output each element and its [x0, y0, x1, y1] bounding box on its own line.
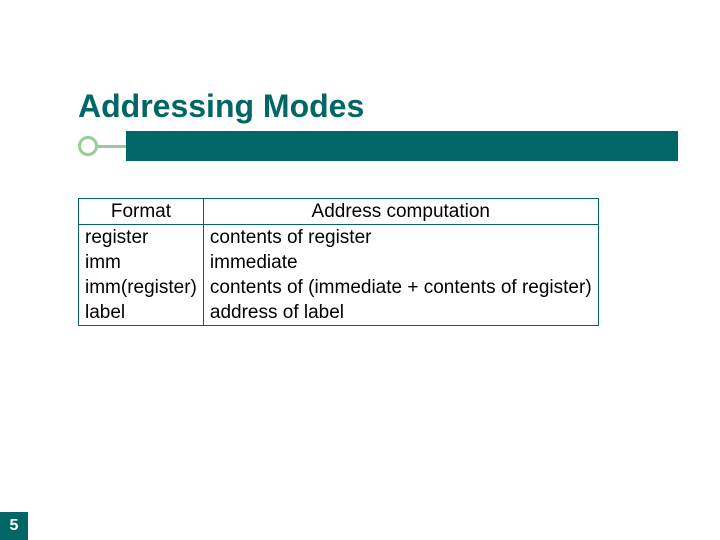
- table-row: label address of label: [79, 300, 598, 325]
- cell-format: register: [79, 225, 203, 251]
- cell-format: imm(register): [79, 275, 203, 300]
- title-bar: [126, 131, 678, 161]
- slide-title: Addressing Modes: [78, 88, 678, 125]
- bullet-circle-icon: [78, 136, 98, 156]
- table-row: imm immediate: [79, 250, 598, 275]
- header-computation: Address computation: [203, 199, 597, 225]
- page-number: 5: [0, 512, 28, 540]
- cell-format: label: [79, 300, 203, 325]
- cell-computation: contents of (immediate + contents of reg…: [203, 275, 597, 300]
- addressing-modes-table: Format Address computation register cont…: [78, 198, 599, 326]
- header-format: Format: [79, 199, 203, 225]
- table-header-row: Format Address computation: [79, 199, 598, 225]
- cell-computation: contents of register: [203, 225, 597, 251]
- table-row: register contents of register: [79, 225, 598, 251]
- cell-format: imm: [79, 250, 203, 275]
- cell-computation: immediate: [203, 250, 597, 275]
- bullet-connector: [97, 145, 127, 148]
- slide-header: Addressing Modes: [78, 88, 678, 161]
- table-row: imm(register) contents of (immediate + c…: [79, 275, 598, 300]
- title-underline: [78, 131, 678, 161]
- cell-computation: address of label: [203, 300, 597, 325]
